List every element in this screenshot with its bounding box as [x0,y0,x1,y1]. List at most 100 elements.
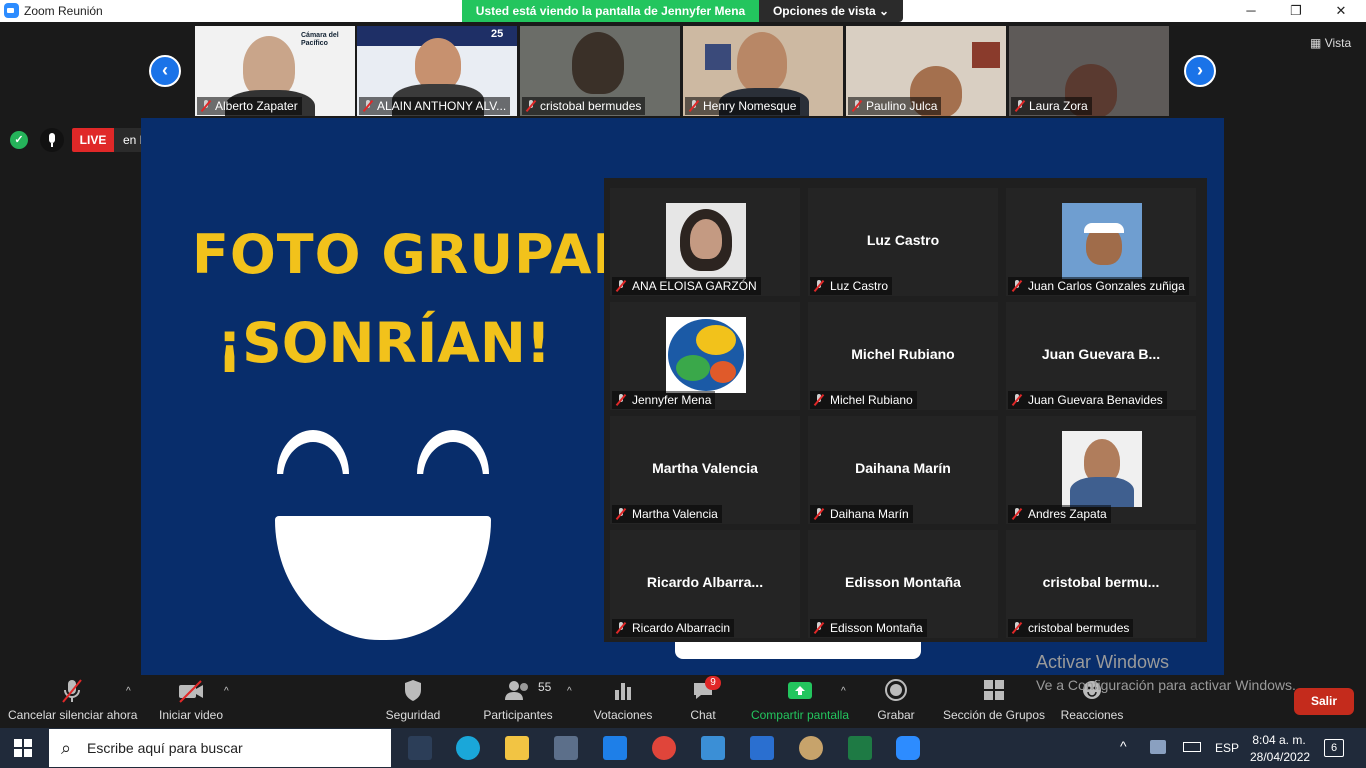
tile-display-name: cristobal bermu... [1042,574,1160,590]
participant-name: ALAIN ANTHONY ALV... [359,97,511,115]
taskbar-search-box[interactable]: ⌕ Escribe aquí para buscar [49,729,391,767]
mic-muted-icon [1015,100,1025,112]
share-screen-button[interactable]: Compartir pantalla [748,678,852,722]
wall-picture [972,42,1000,68]
unmute-button[interactable]: Cancelar silenciar ahora [8,678,137,722]
paint-icon[interactable] [799,736,823,760]
chrome-browser-icon[interactable] [652,736,676,760]
clock-date: 28/04/2022 [1250,750,1311,764]
share-options-caret[interactable]: ^ [841,686,846,697]
participants-button[interactable]: 55 Participantes [480,678,556,722]
video-off-icon [156,678,226,704]
gallery-tile[interactable]: cristobal bermu... cristobal bermudes [1006,530,1196,638]
audio-options-caret[interactable]: ^ [126,686,131,697]
participants-count: 55 [538,680,552,694]
reactions-label: Reacciones [1060,708,1124,722]
view-button[interactable]: ▦ Vista [1310,36,1351,50]
security-shield-icon[interactable]: ✓ [10,131,28,149]
gallery-tile[interactable]: Andres Zapata [1006,416,1196,524]
input-language[interactable]: ESP [1215,741,1239,755]
security-button[interactable]: Seguridad [383,678,443,722]
mic-muted-icon [814,394,824,406]
tile-name: Andres Zapata [1008,505,1111,523]
minimize-button[interactable]: ─ [1236,2,1266,20]
security-shield-taskbar-icon[interactable] [408,736,432,760]
search-icon: ⌕ [61,738,72,758]
mic-muted-icon [1012,280,1022,292]
tile-display-name: Luz Castro [866,232,940,248]
notification-count: 6 [1330,742,1338,754]
dropbox-icon[interactable] [603,736,627,760]
activation-watermark-text: Ve a Configuración para activar Windows. [1036,677,1296,693]
gallery-tile[interactable]: Juan Guevara B... Juan Guevara Benavides [1006,302,1196,410]
view-options-button[interactable]: Opciones de vista ⌄ [759,0,903,22]
participant-thumb[interactable]: Laura Zora [1009,26,1169,116]
tile-name: ANA ELOISA GARZÓN [612,277,761,295]
breakout-grid-icon [942,678,1046,704]
gallery-tile[interactable]: Michel Rubiano Michel Rubiano [808,302,998,410]
edge-browser-icon[interactable] [456,736,480,760]
participants-options-caret[interactable]: ^ [567,686,572,697]
participant-thumb[interactable]: 25 ALAIN ANTHONY ALV... [357,26,517,116]
leave-meeting-button[interactable]: Salir [1294,688,1354,715]
start-video-label: Iniciar video [158,708,224,722]
windows-start-icon[interactable] [14,739,32,757]
chat-bubble-icon: 9 [683,676,723,704]
view-label: Vista [1324,36,1352,50]
participant-thumb[interactable]: Paulino Julca [846,26,1006,116]
participant-photo [415,38,461,90]
participant-photo [666,203,746,279]
excel-icon[interactable] [848,736,872,760]
participant-name: Henry Nomesque [685,97,801,115]
start-video-button[interactable]: Iniciar video [156,678,226,722]
gallery-tile[interactable]: Martha Valencia Martha Valencia [610,416,800,524]
participant-name: Alberto Zapater [197,97,302,115]
breakout-rooms-button[interactable]: Sección de Grupos [942,678,1046,722]
mail-icon[interactable] [750,736,774,760]
gallery-tile[interactable]: Edisson Montaña Edisson Montaña [808,530,998,638]
zoom-app-icon [4,3,19,18]
tile-name: Luz Castro [810,277,893,295]
participant-thumb[interactable]: Henry Nomesque [683,26,843,116]
participant-name: cristobal bermudes [522,97,646,115]
notification-center-icon[interactable]: 6 [1324,739,1344,757]
tile-name: Ricardo Albarracin [612,619,735,637]
chevron-down-icon: ⌄ [878,4,890,18]
store-icon[interactable] [554,736,578,760]
chevron-up-icon[interactable]: ^ [1120,738,1127,754]
close-button[interactable]: ✕ [1326,2,1356,20]
gallery-tile[interactable]: Juan Carlos Gonzales zuñiga [1006,188,1196,296]
record-icon [874,678,918,704]
mic-muted-icon [363,100,373,112]
gallery-tile[interactable]: Ricardo Albarra... Ricardo Albarracin [610,530,800,638]
chat-button[interactable]: 9 Chat [683,676,723,722]
polls-button[interactable]: Votaciones [592,678,654,722]
outlook-icon[interactable] [701,736,725,760]
video-options-caret[interactable]: ^ [224,686,229,697]
mic-muted-icon [1012,622,1022,634]
gallery-tile[interactable]: Luz Castro Luz Castro [808,188,998,296]
gallery-tile[interactable]: Daihana Marín Daihana Marín [808,416,998,524]
participant-thumb[interactable]: Cámara del Pacífico Alberto Zapater [195,26,355,116]
zoom-taskbar-icon[interactable] [896,736,920,760]
view-options-label: Opciones de vista [772,4,876,18]
taskbar-clock[interactable]: 8:04 a. m. 28/04/2022 [1250,732,1311,766]
maximize-button[interactable]: ❐ [1281,2,1311,20]
file-explorer-icon[interactable] [505,736,529,760]
mic-muted-icon [201,100,211,112]
clock-time: 8:04 a. m. [1252,733,1306,747]
live-badge[interactable]: LIVE [72,128,114,152]
mic-muted-icon [1012,394,1022,406]
shield-icon [383,678,443,704]
participant-thumb[interactable]: cristobal bermudes [520,26,680,116]
strip-next-button[interactable]: › [1184,55,1216,87]
gallery-tile[interactable]: Jennyfer Mena [610,302,800,410]
record-button[interactable]: Grabar [874,678,918,722]
battery-icon[interactable] [1183,742,1201,752]
gallery-tile[interactable]: ANA ELOISA GARZÓN [610,188,800,296]
tile-name: Edisson Montaña [810,619,927,637]
microphone-icon[interactable] [40,128,64,152]
strip-prev-button[interactable]: ‹ [149,55,181,87]
network-icon[interactable] [1150,740,1166,754]
activation-watermark-title: Activar Windows [1036,652,1170,672]
